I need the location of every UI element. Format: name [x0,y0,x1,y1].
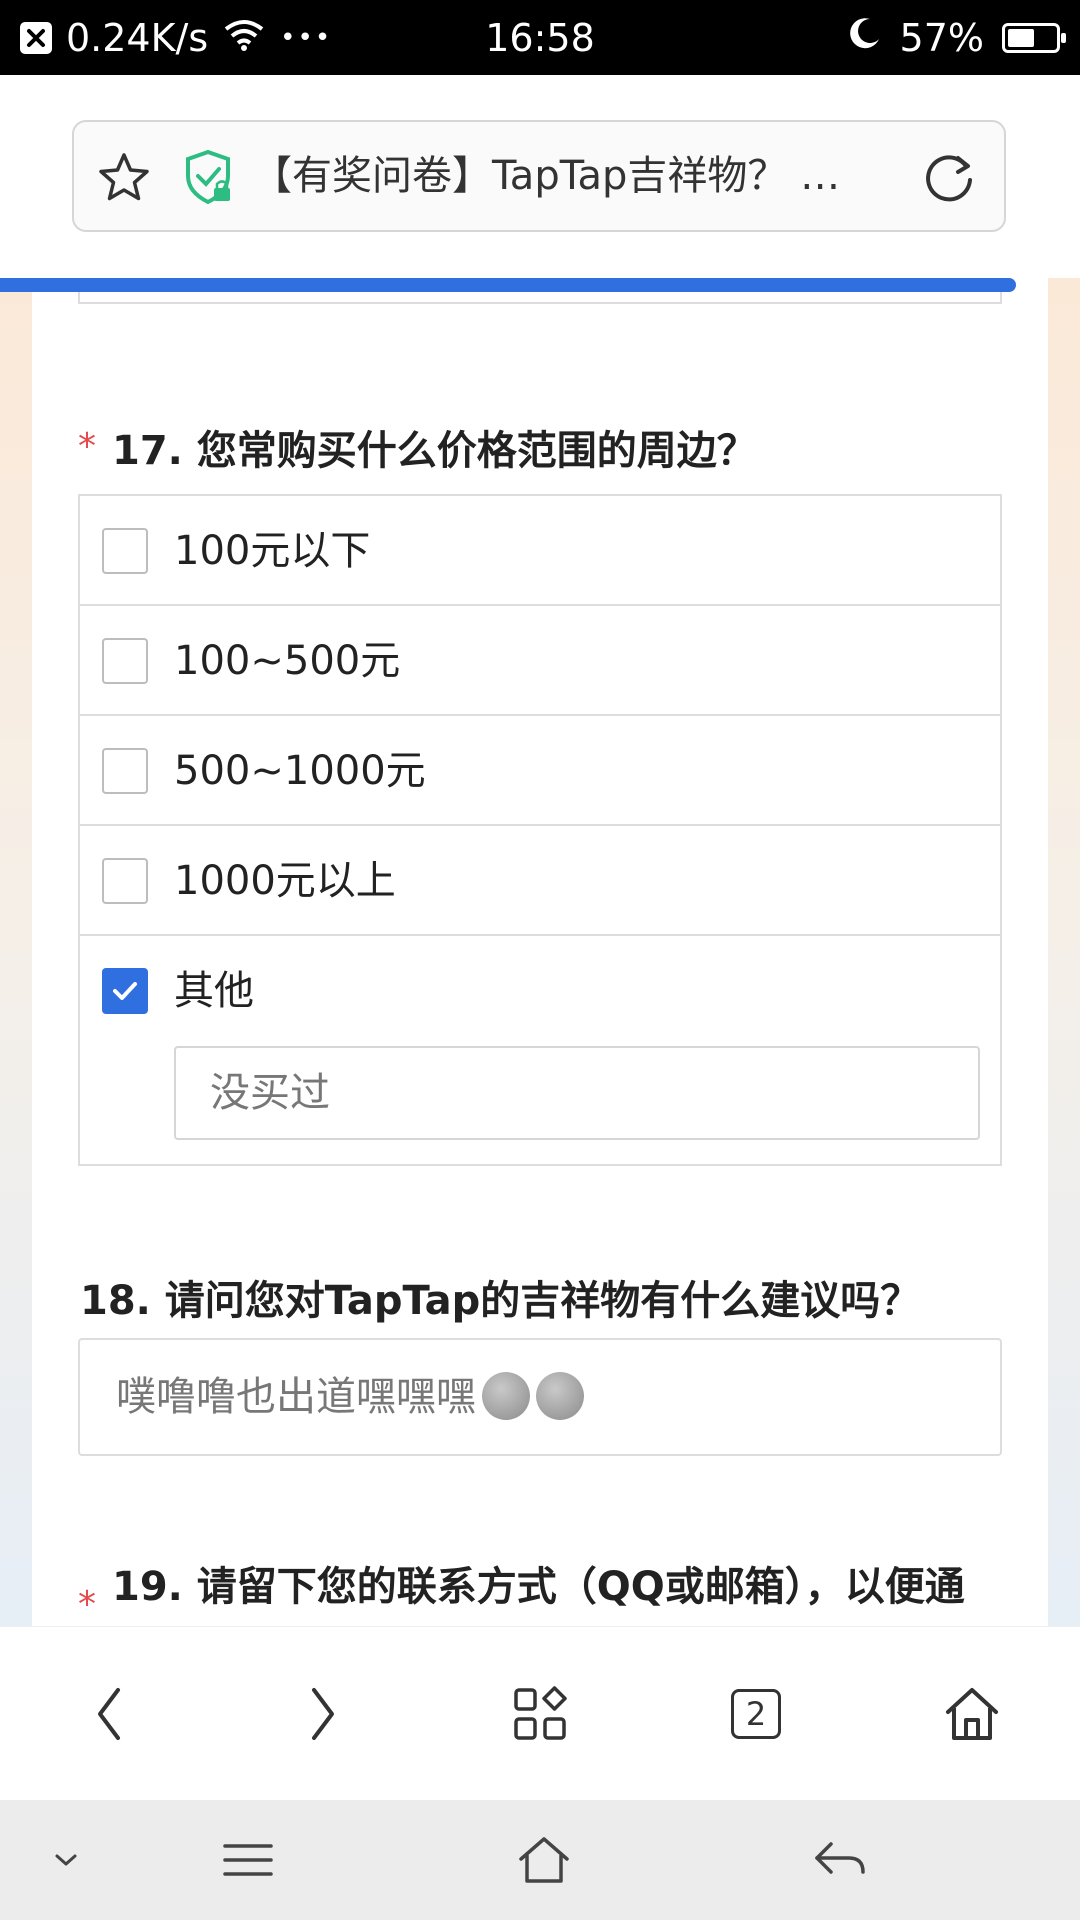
system-nav-bar [0,1800,1080,1920]
tab-count: 2 [745,1695,767,1733]
menu-lines-icon [223,1844,273,1876]
option-row[interactable]: 500~1000元 [80,716,1000,826]
chevron-right-icon [312,1688,334,1740]
other-text-input[interactable]: 没买过 [174,1046,980,1140]
chevron-down-icon [55,1854,77,1866]
answer-text: 噗噜噜也出道嘿嘿嘿 [116,1374,476,1420]
page-content: * 17. 您常购买什么价格范围的周边？ 100元以下 100~500元 500… [0,278,1080,1626]
question-19-title: 19. 请留下您的联系方式（QQ或邮箱），以便通 [112,1564,965,1610]
checkbox[interactable] [102,858,148,904]
reload-icon[interactable] [922,150,976,208]
home-button[interactable] [912,1627,1032,1801]
option-label: 1000元以上 [174,858,396,904]
option-row[interactable]: 100元以下 [80,496,1000,606]
status-bar: 0.24K/s ••• 16:58 57% [0,0,1080,75]
browser-toolbar: 2 [0,1626,1080,1801]
required-mark: * [78,1584,96,1625]
recents-button[interactable] [188,1800,308,1920]
menu-button[interactable] [480,1627,600,1801]
security-shield-icon [182,148,234,210]
option-label: 100~500元 [174,638,401,684]
checkbox-checked[interactable] [102,968,148,1014]
option-row[interactable]: 1000元以上 [80,826,1000,936]
system-home-button[interactable] [484,1800,604,1920]
page-load-progress [0,278,1016,292]
clock: 16:58 [485,15,595,60]
battery-fill [1008,28,1035,47]
page-title[interactable]: 【有奖问卷】TapTap吉祥物？ … [252,122,892,230]
address-bar[interactable]: 【有奖问卷】TapTap吉祥物？ … [72,120,1006,232]
back-button[interactable] [48,1627,168,1801]
checkbox[interactable] [102,748,148,794]
checkbox[interactable] [102,638,148,684]
tabs-icon: 2 [731,1689,781,1739]
checkmark-icon [113,982,137,1000]
hide-nav-button[interactable] [6,1800,126,1920]
option-row-other[interactable]: 其他 没买过 [80,936,1000,1164]
apps-grid-icon [514,1686,567,1740]
moon-face-emoji-icon [536,1372,584,1420]
option-label: 其他 [174,968,254,1014]
back-arrow-icon [815,1842,865,1874]
moon-face-emoji-icon [482,1372,530,1420]
option-row[interactable]: 100~500元 [80,606,1000,716]
checkbox[interactable] [102,528,148,574]
battery-icon [1002,22,1066,53]
option-label: 500~1000元 [174,748,426,794]
browser-header: 【有奖问卷】TapTap吉祥物？ … [0,75,1080,275]
battery-percent: 57% [899,15,984,60]
bookmark-star-icon[interactable] [96,150,152,210]
home-outline-icon [519,1837,569,1883]
question-18-title: 18. 请问您对TapTap的吉祥物有什么建议吗？ [80,1278,921,1324]
question-17-title: 17. 您常购买什么价格范围的周边？ [112,428,757,474]
required-mark: * [78,426,96,467]
question-18-answer-input[interactable]: 噗噜噜也出道嘿嘿嘿 [78,1338,1002,1456]
option-label: 100元以下 [174,528,371,574]
forward-button[interactable] [264,1627,384,1801]
tabs-button[interactable]: 2 [696,1627,816,1801]
moon-icon [846,15,882,60]
chevron-left-icon [98,1688,120,1740]
system-back-button[interactable] [780,1800,900,1920]
home-icon [946,1688,998,1740]
question-17-options: 100元以下 100~500元 500~1000元 1000元以上 其他 没买过 [78,494,1002,1166]
